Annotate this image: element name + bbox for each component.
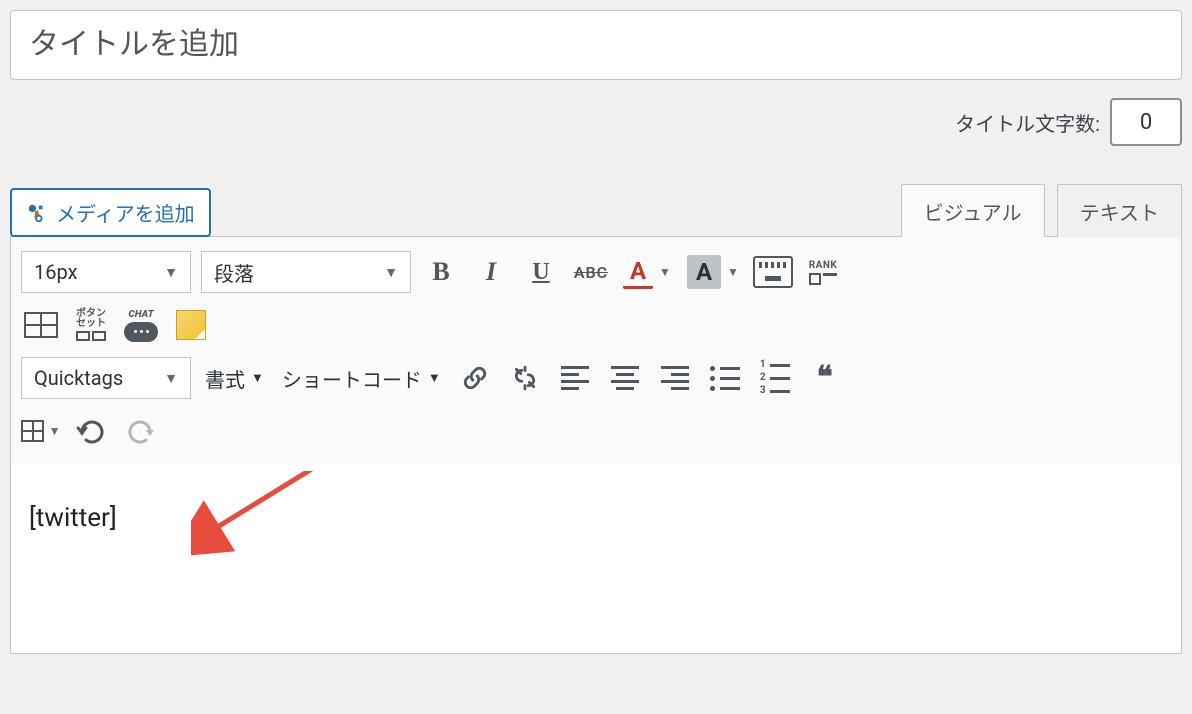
shortcode-label: ショートコード — [282, 364, 422, 393]
tab-text[interactable]: テキスト — [1057, 184, 1182, 237]
align-center-button[interactable] — [605, 358, 645, 398]
editor-toolbar: 16px ▼ 段落 ▼ B I U ABC A ▼ A ▼ RANK — [10, 236, 1182, 463]
bold-button[interactable]: B — [421, 252, 461, 292]
unlink-icon — [512, 365, 538, 391]
align-right-button[interactable] — [655, 358, 695, 398]
paragraph-value: 段落 — [214, 258, 254, 287]
sticky-note-icon — [176, 310, 206, 340]
background-color-button[interactable]: A — [687, 255, 721, 289]
unordered-list-button[interactable] — [705, 358, 745, 398]
background-color-menu[interactable]: ▼ — [725, 265, 741, 279]
align-left-button[interactable] — [555, 358, 595, 398]
text-color-menu[interactable]: ▼ — [657, 265, 673, 279]
strikethrough-button[interactable]: ABC — [571, 252, 611, 292]
title-count-label: タイトル文字数: — [955, 108, 1100, 137]
insert-table-button[interactable]: ▼ — [21, 411, 61, 451]
chevron-down-icon: ▼ — [164, 370, 178, 387]
chevron-down-icon: ▼ — [48, 424, 61, 438]
sticky-note-button[interactable] — [171, 305, 211, 345]
title-count-value: 0 — [1110, 98, 1182, 146]
underline-button[interactable]: U — [521, 252, 561, 292]
ordered-list-button[interactable]: 1 2 3 — [755, 358, 795, 398]
redo-button[interactable] — [121, 411, 161, 451]
quicktags-select[interactable]: Quicktags ▼ — [21, 357, 191, 399]
undo-button[interactable] — [71, 411, 111, 451]
rank-button[interactable]: RANK — [803, 252, 843, 292]
link-button[interactable] — [455, 358, 495, 398]
rank-label: RANK — [809, 260, 838, 271]
fontsize-select[interactable]: 16px ▼ — [21, 251, 191, 293]
chevron-down-icon: ▼ — [428, 370, 441, 386]
button-set-label: ボタン セット — [71, 309, 111, 329]
chat-bubble-icon — [124, 322, 158, 342]
table-button[interactable] — [21, 305, 61, 345]
italic-button[interactable]: I — [471, 252, 511, 292]
ordered-list-icon: 1 2 3 — [760, 360, 790, 396]
button-set-button[interactable]: ボタン セット — [71, 305, 111, 345]
paragraph-select[interactable]: 段落 ▼ — [201, 251, 411, 293]
editor-content[interactable]: [twitter] — [10, 463, 1182, 654]
quicktags-value: Quicktags — [34, 366, 123, 390]
tab-visual[interactable]: ビジュアル — [901, 184, 1045, 237]
keyboard-icon[interactable] — [753, 252, 793, 292]
media-icon — [26, 202, 48, 224]
redo-icon — [126, 418, 156, 444]
title-count-row: タイトル文字数: 0 — [10, 98, 1182, 146]
chevron-down-icon: ▼ — [164, 264, 178, 281]
add-media-button[interactable]: メディアを追加 — [10, 188, 211, 237]
chevron-down-icon: ▼ — [251, 370, 264, 386]
link-icon — [462, 365, 488, 391]
content-text: [twitter] — [29, 503, 117, 533]
undo-icon — [76, 418, 106, 444]
table-icon — [21, 420, 44, 442]
align-left-icon — [561, 366, 589, 390]
blockquote-button[interactable]: ❝ — [805, 358, 845, 398]
post-title-input[interactable] — [10, 10, 1182, 80]
chat-button[interactable]: CHAT — [121, 305, 161, 345]
align-right-icon — [661, 366, 689, 390]
unordered-list-icon — [710, 366, 740, 391]
chevron-down-icon: ▼ — [384, 264, 398, 281]
add-media-label: メディアを追加 — [56, 198, 195, 227]
fontsize-value: 16px — [34, 260, 78, 284]
editor-tabs: ビジュアル テキスト — [901, 184, 1182, 237]
annotation-arrow — [191, 471, 351, 571]
format-label: 書式 — [205, 364, 245, 393]
unlink-button[interactable] — [505, 358, 545, 398]
format-dropdown[interactable]: 書式 ▼ — [201, 364, 268, 393]
text-color-button[interactable]: A — [623, 255, 653, 289]
align-center-icon — [611, 366, 639, 390]
shortcode-dropdown[interactable]: ショートコード ▼ — [278, 364, 445, 393]
chat-label: CHAT — [128, 309, 153, 320]
